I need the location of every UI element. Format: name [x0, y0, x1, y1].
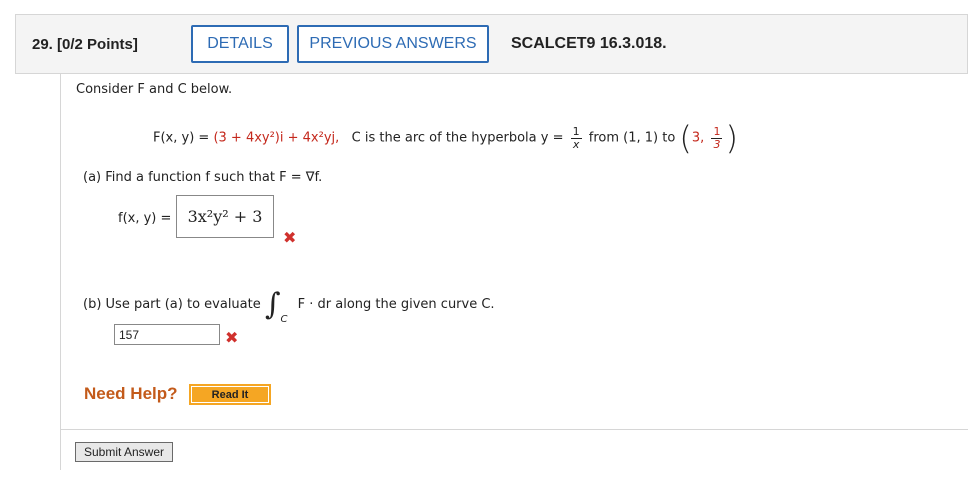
incorrect-icon: ✖: [225, 328, 239, 347]
point-x: 3,: [691, 130, 705, 146]
submit-answer-button[interactable]: Submit Answer: [75, 442, 173, 462]
question-number: 29. [0/2 Points]: [32, 35, 138, 53]
integral-subscript: C: [280, 314, 288, 325]
problem-formula: F(x, y) = (3 + 4xy²)i + 4x²yj, C is the …: [153, 122, 738, 154]
right-paren: ): [725, 119, 738, 157]
integrand-text: F · dr along the given curve C.: [297, 297, 495, 312]
from-text: from (1, 1) to: [588, 130, 676, 146]
part-a-prompt: (a) Find a function f such that F = ∇f.: [83, 170, 323, 185]
previous-answers-button[interactable]: PREVIOUS ANSWERS: [297, 25, 489, 63]
vector-field-prefix: F(x, y) =: [153, 130, 214, 146]
question-header: 29. [0/2 Points] DETAILS PREVIOUS ANSWER…: [15, 14, 968, 74]
point-fraction: 13: [711, 124, 723, 151]
section-reference: SCALCET9 16.3.018.: [511, 35, 667, 52]
curve-description: C is the arc of the hyperbola y =: [351, 130, 564, 146]
integral-symbol: ∫: [264, 287, 281, 322]
part-b-answer-field[interactable]: 157: [114, 324, 220, 345]
left-paren: (: [679, 119, 692, 157]
divider: [60, 430, 61, 470]
incorrect-icon: ✖: [283, 228, 297, 247]
problem-intro: Consider F and C below.: [76, 82, 233, 97]
part-a-label: f(x, y) =: [118, 211, 172, 226]
vector-field-body: (3 + 4xy²)i + 4x²yj,: [213, 130, 340, 146]
need-help-label: Need Help?: [84, 384, 178, 403]
details-button[interactable]: DETAILS: [191, 25, 289, 63]
part-b-prompt-text: (b) Use part (a) to evaluate: [83, 297, 261, 312]
part-b-prompt: (b) Use part (a) to evaluate ∫C F · dr a…: [83, 287, 495, 325]
read-it-button[interactable]: Read It: [189, 384, 271, 405]
question-body: Consider F and C below. F(x, y) = (3 + 4…: [60, 74, 968, 430]
hyperbola-fraction: 1x: [570, 124, 582, 151]
part-a-answer-field[interactable]: 3x²y² + 3: [176, 195, 274, 238]
